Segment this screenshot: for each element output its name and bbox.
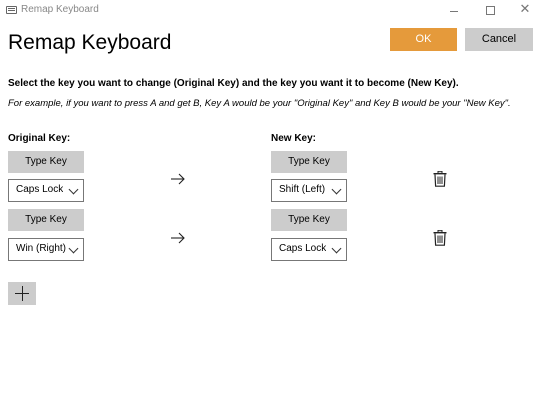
original-key-value: Win (Right) [16,243,67,254]
page-title: Remap Keyboard [8,31,172,54]
new-key-select[interactable]: Shift (Left) [271,179,347,202]
new-key-select[interactable]: Caps Lock [271,238,347,261]
chevron-down-icon [68,243,79,254]
close-button[interactable]: ✕ [510,0,540,22]
original-key-header: Original Key: [8,133,71,144]
cancel-button[interactable]: Cancel [465,28,533,51]
ok-button[interactable]: OK [390,28,457,51]
new-key-header: New Key: [271,133,317,144]
original-key-select[interactable]: Win (Right) [8,238,84,261]
maximize-button[interactable] [476,0,506,22]
chevron-down-icon [331,243,342,254]
new-type-key-button[interactable]: Type Key [271,151,347,173]
title-bar: Remap Keyboard ✕ [0,0,540,22]
new-key-value: Shift (Left) [279,184,326,195]
new-key-value: Caps Lock [279,243,327,254]
trash-icon[interactable] [433,230,447,246]
trash-icon[interactable] [433,171,447,187]
instruction-text: Select the key you want to change (Origi… [8,78,459,89]
chevron-down-icon [331,184,342,195]
minimize-button[interactable] [440,0,470,22]
original-key-select[interactable]: Caps Lock [8,179,84,202]
arrow-right-icon [171,173,185,185]
new-type-key-button[interactable]: Type Key [271,209,347,231]
add-mapping-button[interactable] [8,282,36,305]
chevron-down-icon [68,184,79,195]
example-text: For example, if you want to press A and … [8,98,511,109]
original-type-key-button[interactable]: Type Key [8,209,84,231]
window-title: Remap Keyboard [21,4,99,15]
keyboard-icon [6,6,17,14]
original-type-key-button[interactable]: Type Key [8,151,84,173]
arrow-right-icon [171,232,185,244]
original-key-value: Caps Lock [16,184,64,195]
